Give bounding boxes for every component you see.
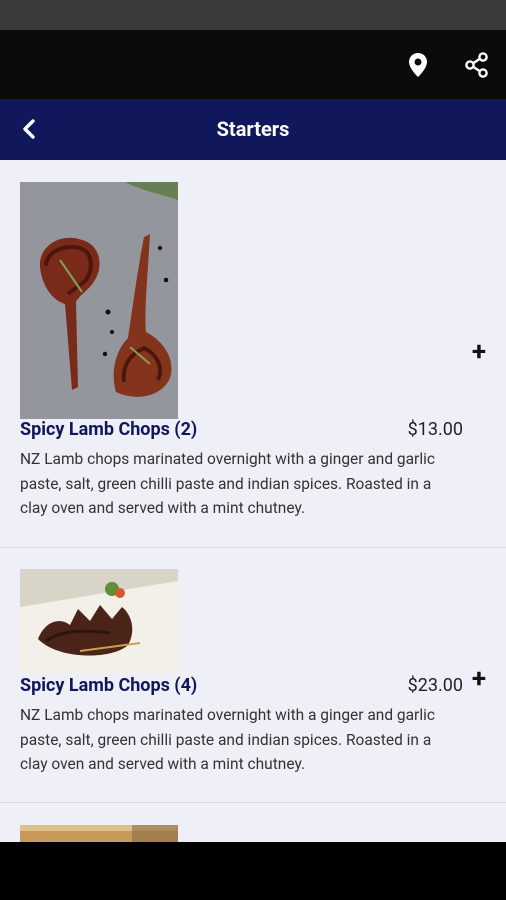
dish-description: NZ Lamb chops marinated overnight with a… (20, 450, 435, 517)
map-pin-icon (409, 53, 427, 77)
add-to-cart-button[interactable]: + (469, 339, 489, 365)
share-button[interactable] (458, 46, 496, 84)
dish-price: $23.00 (407, 675, 463, 696)
system-navigation-bar (0, 842, 506, 900)
dish-photo (20, 182, 178, 419)
add-to-cart-button[interactable]: + (469, 666, 489, 692)
dish-name: Spicy Lamb Chops (4) (20, 675, 198, 696)
back-button[interactable] (10, 110, 48, 148)
share-icon (465, 52, 488, 78)
plus-icon: + (471, 664, 487, 694)
dish-photo (20, 825, 178, 842)
chevron-left-icon (23, 119, 35, 139)
menu-item[interactable]: Spicy Lamb Chops (4) $23.00 NZ Lamb chop… (0, 548, 506, 803)
status-bar (0, 0, 506, 30)
dish-name: Spicy Lamb Chops (2) (20, 419, 198, 440)
dish-price: $13.00 (407, 419, 463, 440)
location-button[interactable] (399, 46, 437, 84)
page-title: Starters (216, 117, 290, 141)
title-bar: Starters (0, 99, 506, 160)
app-bar (0, 30, 506, 99)
dish-description: NZ Lamb chops marinated overnight with a… (20, 706, 435, 773)
dish-photo (20, 569, 178, 673)
menu-item[interactable] (0, 803, 506, 842)
plus-icon: + (471, 337, 487, 367)
menu-item[interactable]: Spicy Lamb Chops (2) $13.00 NZ Lamb chop… (0, 160, 506, 548)
menu-item-list: Spicy Lamb Chops (2) $13.00 NZ Lamb chop… (0, 160, 506, 842)
